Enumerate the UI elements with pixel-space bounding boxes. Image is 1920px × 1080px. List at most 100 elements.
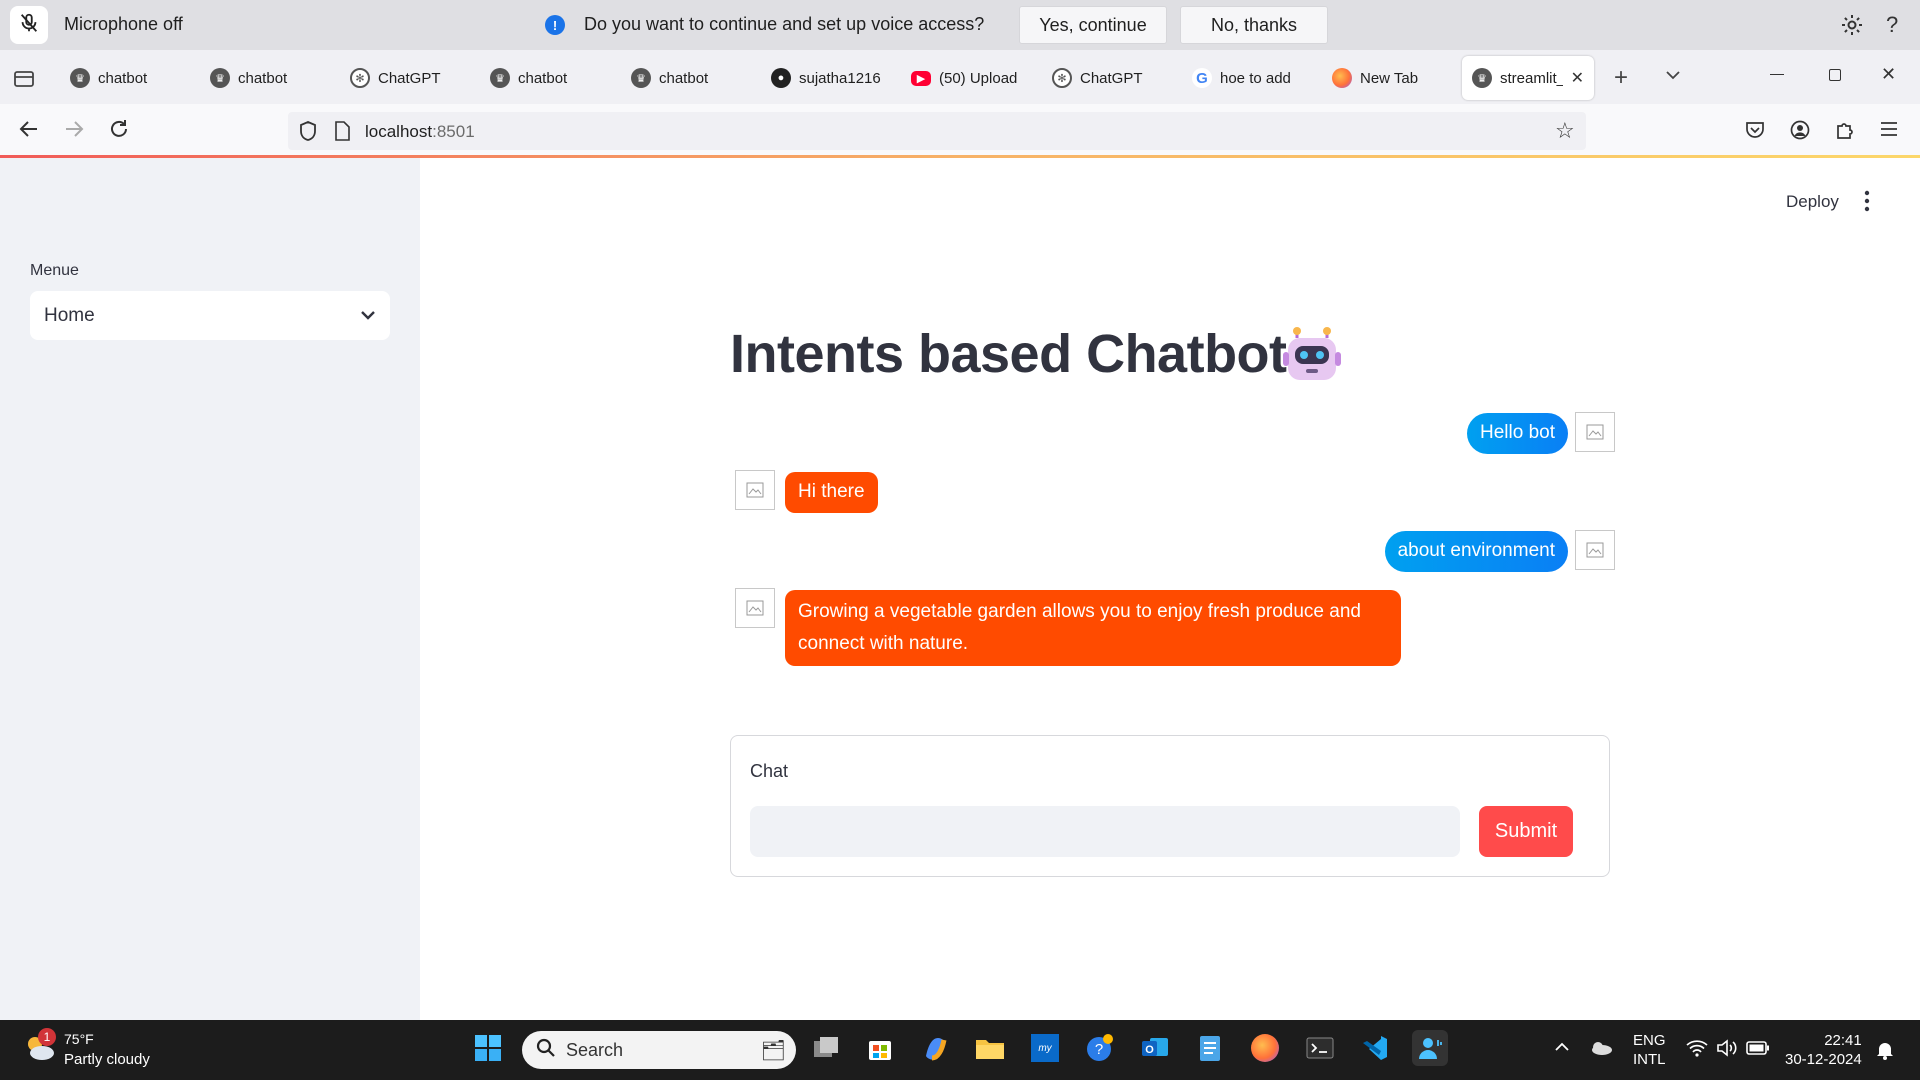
clock[interactable]: 22:41 30-12-2024 — [1785, 1031, 1862, 1069]
chat-input-label: Chat — [750, 761, 789, 781]
window-close-icon[interactable]: ✕ — [1881, 64, 1896, 85]
chevron-down-icon — [360, 305, 376, 327]
bot-message-bubble: Growing a vegetable garden allows you to… — [785, 590, 1401, 666]
url-text[interactable]: localhost:8501 — [365, 122, 475, 142]
tab-label: (50) Upload — [939, 69, 1018, 87]
bot-avatar-image-icon — [735, 588, 775, 628]
tab-label: streamlit_ — [1500, 69, 1563, 87]
search-placeholder: Search — [566, 1039, 624, 1060]
search-icon — [536, 1038, 556, 1063]
tab-github[interactable]: ● sujatha1216 — [771, 56, 881, 100]
tab-chatbot-1[interactable]: ♛ chatbot — [70, 56, 200, 100]
help-icon[interactable]: ? — [1886, 12, 1898, 38]
myhp-app-icon[interactable]: my — [1027, 1030, 1063, 1066]
main-content — [420, 158, 1920, 1020]
microsoft-store-icon[interactable] — [862, 1030, 898, 1066]
tab-label: sujatha1216 — [799, 69, 881, 87]
window-minimize-icon[interactable] — [1770, 74, 1784, 75]
taskbar-search-box[interactable]: Search 🗂 — [522, 1031, 796, 1069]
no-thanks-button[interactable]: No, thanks — [1180, 6, 1328, 44]
back-arrow-icon[interactable] — [18, 118, 40, 145]
menu-selected-value: Home — [44, 304, 95, 326]
battery-icon[interactable] — [1746, 1041, 1770, 1060]
forward-arrow-icon[interactable] — [63, 118, 85, 145]
wifi-icon[interactable] — [1686, 1039, 1708, 1062]
tab-chatbot-3[interactable]: ♛ chatbot — [490, 56, 620, 100]
tab-label: chatbot — [98, 69, 148, 87]
tab-streamlit-active[interactable]: ♛ streamlit_ ✕ — [1462, 56, 1594, 100]
input-language-indicator[interactable]: ENG INTL — [1633, 1031, 1666, 1069]
voice-access-prompt: Do you want to continue and set up voice… — [584, 14, 985, 34]
svg-text:?: ? — [1095, 1041, 1103, 1058]
tab-chatgpt-2[interactable]: ✻ ChatGPT — [1052, 56, 1182, 100]
get-help-icon[interactable]: ? — [1082, 1030, 1118, 1066]
tab-youtube[interactable]: ▶ (50) Upload — [911, 56, 1023, 100]
close-tab-icon[interactable]: ✕ — [1571, 68, 1584, 88]
volume-icon[interactable] — [1716, 1039, 1738, 1062]
pocket-icon[interactable] — [1745, 120, 1765, 145]
account-icon[interactable] — [1790, 120, 1810, 145]
menu-hamburger-icon[interactable] — [1880, 121, 1898, 142]
terminal-icon[interactable] — [1302, 1030, 1338, 1066]
voice-access-app-icon[interactable] — [1412, 1030, 1448, 1066]
yes-continue-button[interactable]: Yes, continue — [1019, 6, 1167, 44]
weather-badge: 1 — [38, 1028, 56, 1046]
settings-gear-icon[interactable] — [1840, 13, 1864, 42]
main-menu-kebab-icon[interactable] — [1864, 190, 1870, 217]
notification-bell-icon[interactable] — [1876, 1040, 1894, 1065]
info-icon: ! — [545, 15, 565, 35]
tab-chatbot-4[interactable]: ♛ chatbot — [631, 56, 761, 100]
page-info-icon[interactable] — [334, 121, 350, 146]
sidebar — [0, 158, 420, 1020]
new-tab-plus-icon[interactable]: + — [1614, 64, 1628, 92]
onedrive-cloud-icon[interactable] — [1589, 1040, 1613, 1061]
copilot-icon[interactable] — [917, 1030, 953, 1066]
taskbar — [0, 1020, 1920, 1080]
window-restore-icon[interactable] — [1829, 69, 1841, 81]
submit-button[interactable]: Submit — [1479, 806, 1573, 857]
tab-label: chatbot — [659, 69, 709, 87]
microphone-status: Microphone off — [64, 14, 183, 34]
user-avatar-image-icon — [1575, 412, 1615, 452]
streamlit-crown-icon: ♛ — [1472, 68, 1492, 88]
tab-google-search[interactable]: G hoe to add — [1192, 56, 1302, 100]
tab-chatgpt-1[interactable]: ✻ ChatGPT — [350, 56, 480, 100]
url-host: localhost — [365, 122, 433, 141]
streamlit-crown-icon: ♛ — [70, 68, 90, 88]
outlook-new-icon[interactable]: O — [1137, 1030, 1173, 1066]
microphone-toggle-button[interactable] — [10, 6, 48, 44]
tab-label: New Tab — [1360, 69, 1419, 87]
microphone-off-icon — [18, 12, 40, 39]
windows-start-icon[interactable] — [470, 1030, 506, 1066]
address-bar[interactable] — [288, 112, 1586, 150]
bot-avatar-image-icon — [735, 470, 775, 510]
extensions-puzzle-icon[interactable] — [1835, 119, 1855, 146]
file-explorer-icon[interactable] — [972, 1030, 1008, 1066]
tab-new-tab[interactable]: New Tab — [1332, 56, 1462, 100]
google-logo-icon: G — [1192, 68, 1212, 88]
bookmark-star-icon[interactable]: ☆ — [1555, 118, 1575, 144]
show-hidden-icons-chevron-icon[interactable] — [1554, 1040, 1570, 1058]
openai-logo-icon: ✻ — [1052, 68, 1072, 88]
user-message-bubble: about environment — [1384, 531, 1568, 572]
keyboard-layout: INTL — [1633, 1051, 1666, 1068]
clock-date: 30-12-2024 — [1785, 1051, 1862, 1068]
firefox-logo-icon — [1332, 68, 1352, 88]
chat-input[interactable] — [750, 806, 1460, 857]
list-all-tabs-chevron-icon[interactable] — [1664, 68, 1682, 87]
menu-select[interactable]: Home — [30, 291, 390, 340]
url-port: :8501 — [432, 122, 475, 141]
reload-icon[interactable] — [108, 118, 130, 145]
vscode-icon[interactable] — [1357, 1030, 1393, 1066]
tab-chatbot-2[interactable]: ♛ chatbot — [210, 56, 340, 100]
bot-message-bubble: Hi there — [785, 472, 878, 513]
firefox-taskbar-icon[interactable] — [1247, 1030, 1283, 1066]
task-view-icon[interactable] — [808, 1030, 844, 1066]
shield-icon[interactable] — [298, 120, 318, 147]
weather-temp[interactable]: 75°F — [64, 1031, 94, 1047]
weather-desc[interactable]: Partly cloudy — [64, 1051, 150, 1068]
tab-overview-icon[interactable] — [13, 68, 35, 93]
openai-logo-icon: ✻ — [350, 68, 370, 88]
notepad-icon[interactable] — [1192, 1030, 1228, 1066]
deploy-button[interactable]: Deploy — [1786, 192, 1839, 212]
